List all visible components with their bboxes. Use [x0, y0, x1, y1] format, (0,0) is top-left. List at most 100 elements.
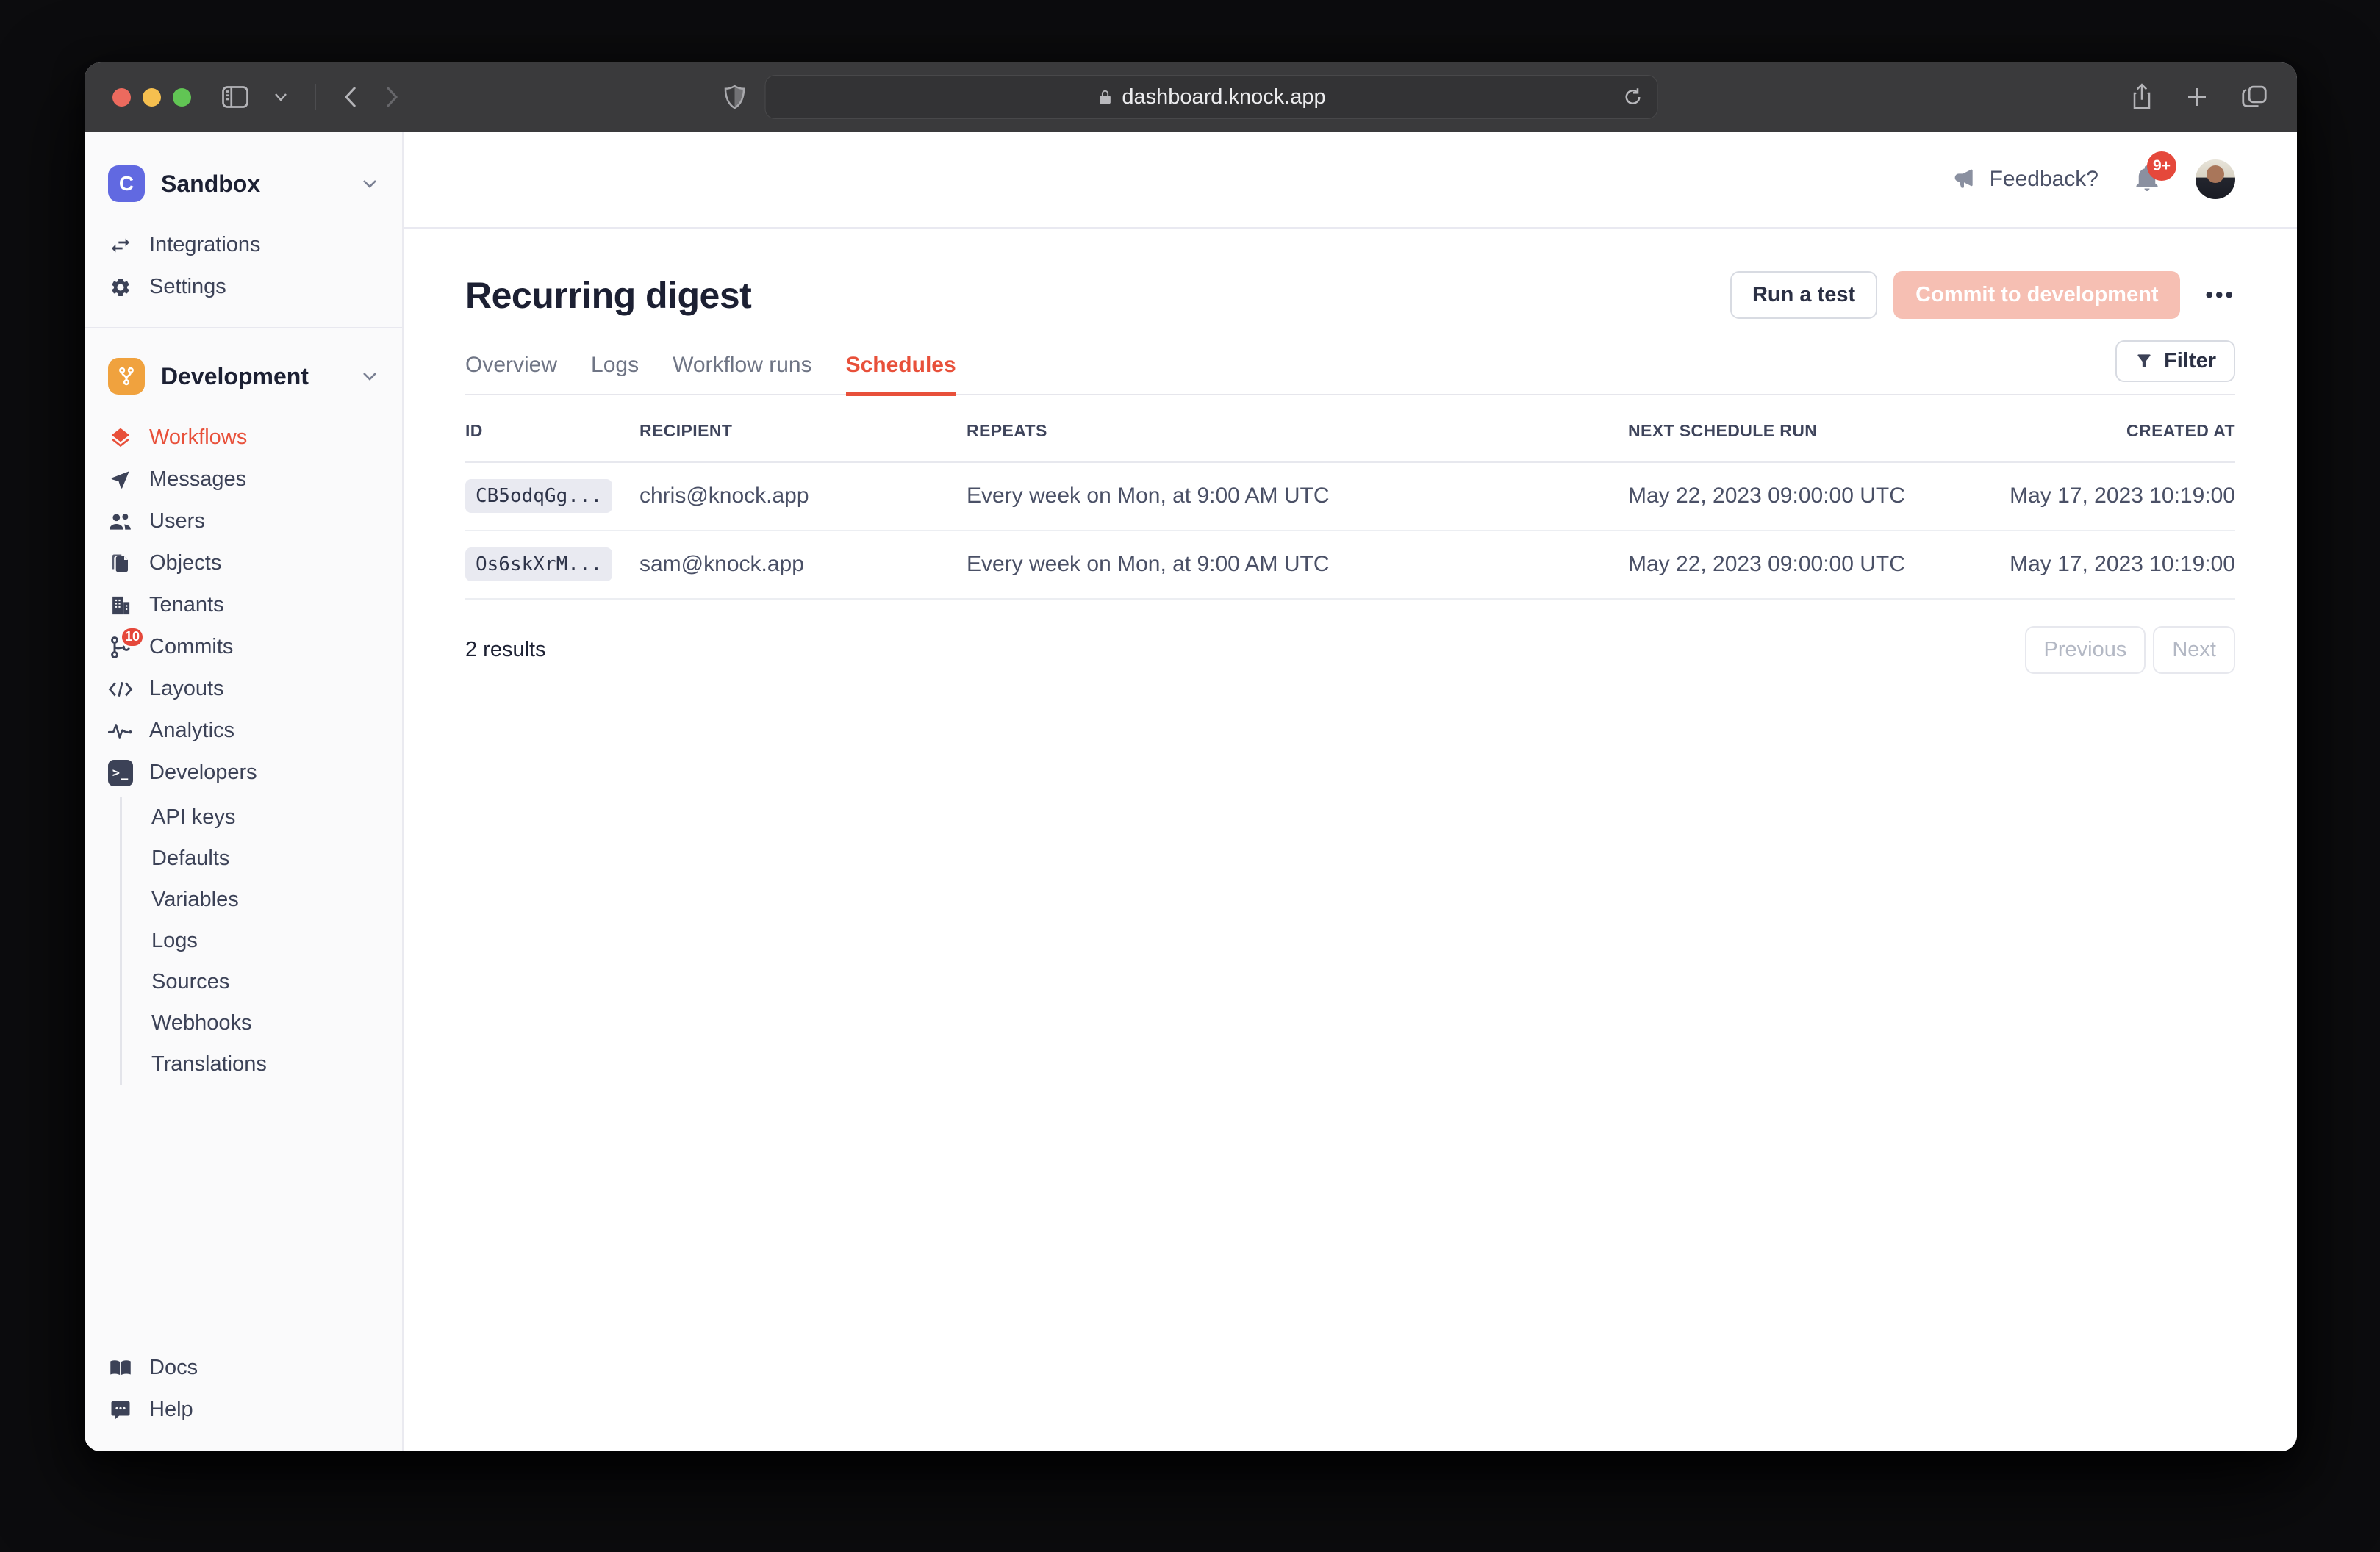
- sidebar-item-help[interactable]: Help: [85, 1389, 402, 1431]
- privacy-shield-icon[interactable]: [724, 84, 746, 110]
- sidebar-divider: [85, 327, 402, 328]
- terminal-icon: >_: [108, 761, 133, 786]
- account-switcher[interactable]: C Sandbox: [85, 158, 402, 209]
- repeats-cell: Every week on Mon, at 9:00 AM UTC: [967, 552, 1628, 577]
- created-at-cell: May 17, 2023 10:19:00: [1974, 484, 2235, 509]
- sidebar-item-label: Integrations: [149, 233, 261, 257]
- next-run-cell: May 22, 2023 09:00:00 UTC: [1628, 552, 1974, 577]
- main-area: Feedback? 9+ Recurring digest Run: [404, 132, 2297, 1451]
- gear-icon: [108, 275, 133, 300]
- environment-switcher[interactable]: Development: [85, 351, 402, 402]
- code-icon: [108, 677, 133, 702]
- sidebar-item-tenants[interactable]: Tenants: [85, 584, 402, 626]
- sidebar-item-docs[interactable]: Docs: [85, 1347, 402, 1389]
- subitem-label: Webhooks: [151, 1011, 252, 1035]
- feedback-label: Feedback?: [1990, 167, 2098, 192]
- account-logo: C: [108, 165, 145, 202]
- toolbar-separator: [315, 84, 316, 110]
- sidebar-item-label: Tenants: [149, 593, 224, 617]
- sidebar-item-analytics[interactable]: Analytics: [85, 710, 402, 752]
- subitem-label: Logs: [151, 929, 198, 953]
- subitem-label: Sources: [151, 970, 229, 994]
- sidebar-item-label: Settings: [149, 275, 226, 299]
- tab-workflow-runs[interactable]: Workflow runs: [673, 353, 812, 396]
- table-row[interactable]: Os6skXrM... sam@knock.app Every week on …: [465, 531, 2235, 600]
- sidebar-item-messages[interactable]: Messages: [85, 459, 402, 500]
- browser-toolbar: dashboard.knock.app: [85, 62, 2297, 132]
- developers-subnav: API keys Defaults Variables Logs Sources…: [120, 797, 402, 1085]
- filter-button[interactable]: Filter: [2115, 340, 2235, 382]
- previous-page-button[interactable]: Previous: [2025, 626, 2146, 674]
- forward-button-icon[interactable]: [384, 85, 400, 109]
- column-header-next-schedule-run: Next schedule run: [1628, 421, 1974, 441]
- git-branch-icon: 10: [108, 635, 133, 660]
- new-tab-icon[interactable]: [2185, 85, 2209, 109]
- sidebar-item-objects[interactable]: Objects: [85, 542, 402, 584]
- paper-plane-icon: [108, 467, 133, 492]
- address-bar[interactable]: dashboard.knock.app: [765, 75, 1658, 119]
- recipient-cell: sam@knock.app: [639, 552, 967, 577]
- subitem-label: Variables: [151, 888, 239, 912]
- more-options-button[interactable]: •••: [2205, 283, 2235, 308]
- sidebar-item-workflows[interactable]: Workflows: [85, 417, 402, 459]
- sidebar-subitem-defaults[interactable]: Defaults: [122, 838, 402, 879]
- sidebar-item-layouts[interactable]: Layouts: [85, 668, 402, 710]
- back-button-icon[interactable]: [343, 85, 359, 109]
- sidebar-item-developers[interactable]: >_ Developers: [85, 752, 402, 794]
- sidebar-subitem-logs[interactable]: Logs: [122, 920, 402, 961]
- schedule-id-chip[interactable]: Os6skXrM...: [465, 547, 612, 581]
- sidebar-item-settings[interactable]: Settings: [85, 266, 402, 308]
- sidebar-item-label: Developers: [149, 761, 257, 785]
- building-icon: [108, 593, 133, 618]
- created-at-cell: May 17, 2023 10:19:00: [1974, 552, 2235, 577]
- layers-icon: [108, 425, 133, 450]
- commits-count-badge: 10: [120, 626, 145, 648]
- tab-schedules[interactable]: Schedules: [846, 353, 956, 396]
- documents-icon: [108, 551, 133, 576]
- sidebar-item-integrations[interactable]: Integrations: [85, 224, 402, 266]
- sidebar-item-label: Help: [149, 1398, 193, 1422]
- share-icon[interactable]: [2131, 83, 2153, 111]
- tab-overview[interactable]: Overview: [465, 353, 557, 396]
- commit-to-development-button[interactable]: Commit to development: [1893, 271, 2180, 319]
- sidebar-item-users[interactable]: Users: [85, 500, 402, 542]
- window-controls: [112, 88, 191, 107]
- pagination: Previous Next: [2025, 626, 2235, 674]
- table-row[interactable]: CB5odqGg... chris@knock.app Every week o…: [465, 463, 2235, 531]
- window-minimize-button[interactable]: [143, 88, 161, 107]
- browser-window: dashboard.knock.app: [85, 62, 2297, 1451]
- environment-name: Development: [161, 363, 345, 390]
- toolbar-chevron-down-icon[interactable]: [273, 92, 288, 102]
- feedback-button[interactable]: Feedback?: [1953, 167, 2098, 192]
- tab-overview-icon[interactable]: [2241, 85, 2268, 109]
- run-a-test-button[interactable]: Run a test: [1730, 271, 1877, 319]
- sidebar-subitem-translations[interactable]: Translations: [122, 1043, 402, 1085]
- swap-arrows-icon: [108, 233, 133, 258]
- sidebar: C Sandbox Integrations Setti: [85, 132, 404, 1451]
- schedules-table: ID Recipient Repeats Next schedule run C…: [465, 401, 2235, 600]
- window-zoom-button[interactable]: [173, 88, 191, 107]
- results-bar: 2 results Previous Next: [465, 626, 2235, 674]
- next-page-button[interactable]: Next: [2153, 626, 2235, 674]
- sidebar-item-commits[interactable]: 10 Commits: [85, 626, 402, 668]
- screenshot-stage: dashboard.knock.app: [0, 0, 2380, 1552]
- sidebar-subitem-variables[interactable]: Variables: [122, 879, 402, 920]
- sidebar-subitem-api-keys[interactable]: API keys: [122, 797, 402, 838]
- reload-icon[interactable]: [1622, 86, 1644, 108]
- funnel-icon: [2135, 351, 2154, 370]
- tab-logs[interactable]: Logs: [591, 353, 639, 396]
- sidebar-subitem-sources[interactable]: Sources: [122, 961, 402, 1002]
- account-name: Sandbox: [161, 170, 345, 198]
- filter-label: Filter: [2164, 349, 2216, 373]
- column-header-created-at: Created at: [1974, 421, 2235, 441]
- sidebar-subitem-webhooks[interactable]: Webhooks: [122, 1002, 402, 1043]
- sidebar-toggle-icon[interactable]: [222, 86, 248, 108]
- page-title: Recurring digest: [465, 274, 1730, 317]
- column-header-recipient: Recipient: [639, 421, 967, 441]
- sidebar-item-label: Objects: [149, 551, 221, 575]
- window-close-button[interactable]: [112, 88, 131, 107]
- notifications-button[interactable]: 9+: [2134, 163, 2160, 196]
- lock-icon: [1097, 87, 1113, 107]
- schedule-id-chip[interactable]: CB5odqGg...: [465, 479, 612, 513]
- avatar[interactable]: [2196, 159, 2235, 199]
